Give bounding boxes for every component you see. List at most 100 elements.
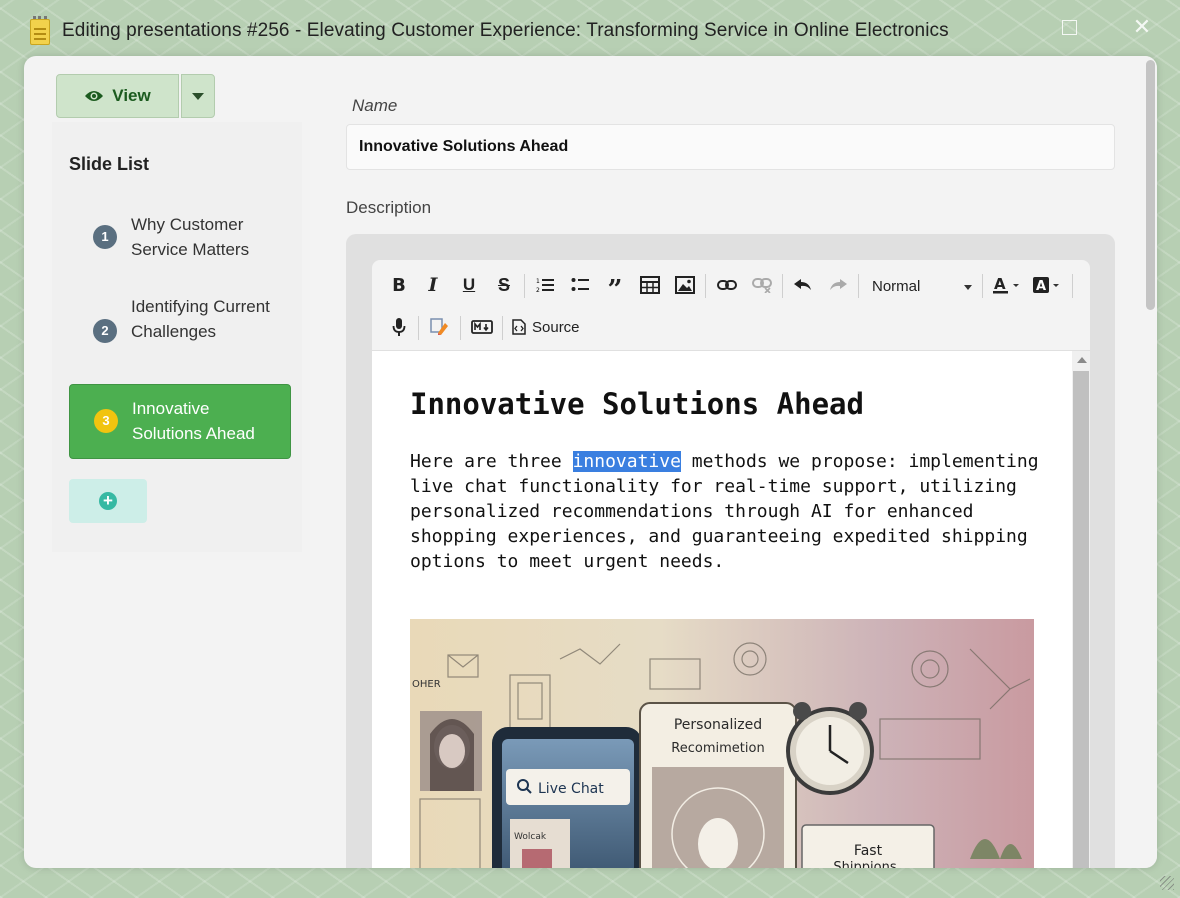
toolbar-separator [460,316,461,340]
slide-number-badge: 1 [93,225,117,249]
add-slide-button[interactable]: + [69,479,147,523]
scrollbar-thumb[interactable] [1073,371,1089,868]
view-dropdown-button[interactable] [181,74,215,118]
caret-down-icon [192,92,204,100]
window-title: Editing presentations #256 - Elevating C… [62,20,949,41]
unlink-icon [752,278,772,293]
svg-text:A: A [1036,279,1046,294]
slide-item-3[interactable]: 3 Innovative Solutions Ahead [69,384,291,459]
scroll-up-icon[interactable] [1077,357,1087,363]
slide-number-badge: 3 [94,409,118,433]
source-code-icon [512,319,526,335]
source-button-label: Source [532,318,580,336]
svg-text:2: 2 [536,287,540,294]
underline-button[interactable]: U [456,272,482,298]
notepad-icon [30,16,50,45]
paragraph-format-select[interactable]: Normal [872,274,976,300]
slide-list-title: Slide List [69,154,150,174]
illustration-text-personalized: Personalized [674,717,762,733]
toolbar-separator [782,274,783,298]
background-color-button[interactable]: A [1030,272,1064,298]
source-button[interactable]: Source [512,314,580,340]
editor-scrollbar[interactable] [1072,351,1090,868]
strikethrough-button[interactable]: S [491,272,517,298]
illustration-svg: OHER Live Chat Wolcak Personalized Recom… [410,619,1034,868]
toolbar-separator [982,274,983,298]
svg-text:1: 1 [536,278,540,285]
resize-grip-icon[interactable] [1160,876,1174,890]
slide-item-1[interactable]: 1 Why Customer Service Matters [69,204,291,270]
content-paragraph: Here are three innovative methods we pro… [410,449,1050,574]
font-color-icon: A [993,275,1019,294]
image-icon [675,276,695,294]
eraser-icon [430,318,448,335]
blockquote-button[interactable]: ” [602,272,628,303]
redo-icon [830,279,847,290]
paragraph-text: Here are three [410,451,573,472]
table-button[interactable] [637,272,663,298]
eye-icon [85,91,104,101]
markdown-icon [471,320,493,334]
maximize-button[interactable] [1058,16,1080,38]
slide-illustration: OHER Live Chat Wolcak Personalized Recom… [410,619,1034,868]
slide-number-badge: 2 [93,319,117,343]
description-label: Description [346,198,432,217]
illustration-text-other: OHER [412,679,441,690]
close-button[interactable]: ✕ [1131,16,1153,38]
microphone-icon [392,318,406,336]
ordered-list-button[interactable]: 12 [532,272,558,298]
view-button-label: View [112,86,151,105]
format-select-value: Normal [872,278,921,295]
illustration-text-fast: Fast [854,843,883,859]
slide-item-2[interactable]: 2 Identifying Current Challenges [69,286,291,376]
dialog-scrollbar-thumb[interactable] [1146,60,1155,310]
bold-button[interactable]: B [386,272,412,298]
undo-button[interactable] [790,272,816,298]
title-bar: Editing presentations #256 - Elevating C… [0,0,1180,60]
dialog-scrollbar[interactable] [1143,56,1157,868]
caret-down-icon [964,285,972,290]
markdown-button[interactable] [468,314,496,340]
link-button[interactable] [714,272,740,298]
content-heading: Innovative Solutions Ahead [410,387,864,421]
toolbar-separator [1072,274,1073,298]
slide-item-label: Innovative Solutions Ahead [132,399,255,443]
quote-icon: ” [607,275,623,305]
redo-button[interactable] [825,272,851,298]
table-icon [640,276,660,294]
slide-item-label: Why Customer Service Matters [131,215,250,259]
toolbar-separator [502,316,503,340]
editor-dialog: View Slide List 1 Why Customer Service M… [24,56,1157,868]
bullet-list-button[interactable] [567,272,593,298]
slide-item-label: Identifying Current Challenges [131,297,270,341]
unlink-button[interactable] [749,272,775,298]
name-label: Name [352,96,398,115]
background-color-icon: A [1033,277,1059,294]
rich-text-editor: B I U S 12 ” Normal A A Source Innovativ… [346,234,1115,868]
illustration-text-shipping: Shippions [833,860,896,868]
clear-formatting-button[interactable] [426,314,452,340]
plus-circle-icon: + [99,492,117,510]
toolbar-separator [858,274,859,298]
illustration-text-live-chat: Live Chat [538,781,604,797]
svg-text:A: A [994,275,1006,293]
toolbar-separator [705,274,706,298]
italic-button[interactable]: I [420,272,446,298]
link-icon [717,280,737,290]
illustration-text-web: Wolcak [514,832,547,842]
font-color-button[interactable]: A [990,272,1024,298]
bullet-list-icon [571,278,589,291]
ordered-list-icon: 12 [536,278,554,294]
voice-input-button[interactable] [386,314,412,340]
undo-icon [794,279,811,290]
toolbar-separator [418,316,419,340]
image-button[interactable] [672,272,698,298]
editor-content-area[interactable]: Innovative Solutions Ahead Here are thre… [372,351,1072,868]
view-button[interactable]: View [56,74,179,118]
selected-text: innovative [572,451,681,472]
toolbar-separator [524,274,525,298]
maximize-icon [1061,20,1077,35]
name-input[interactable]: Innovative Solutions Ahead [346,124,1115,170]
illustration-text-recommendation: Recomimetion [671,741,764,756]
editor-toolbar: B I U S 12 ” Normal A A Source [372,260,1090,350]
